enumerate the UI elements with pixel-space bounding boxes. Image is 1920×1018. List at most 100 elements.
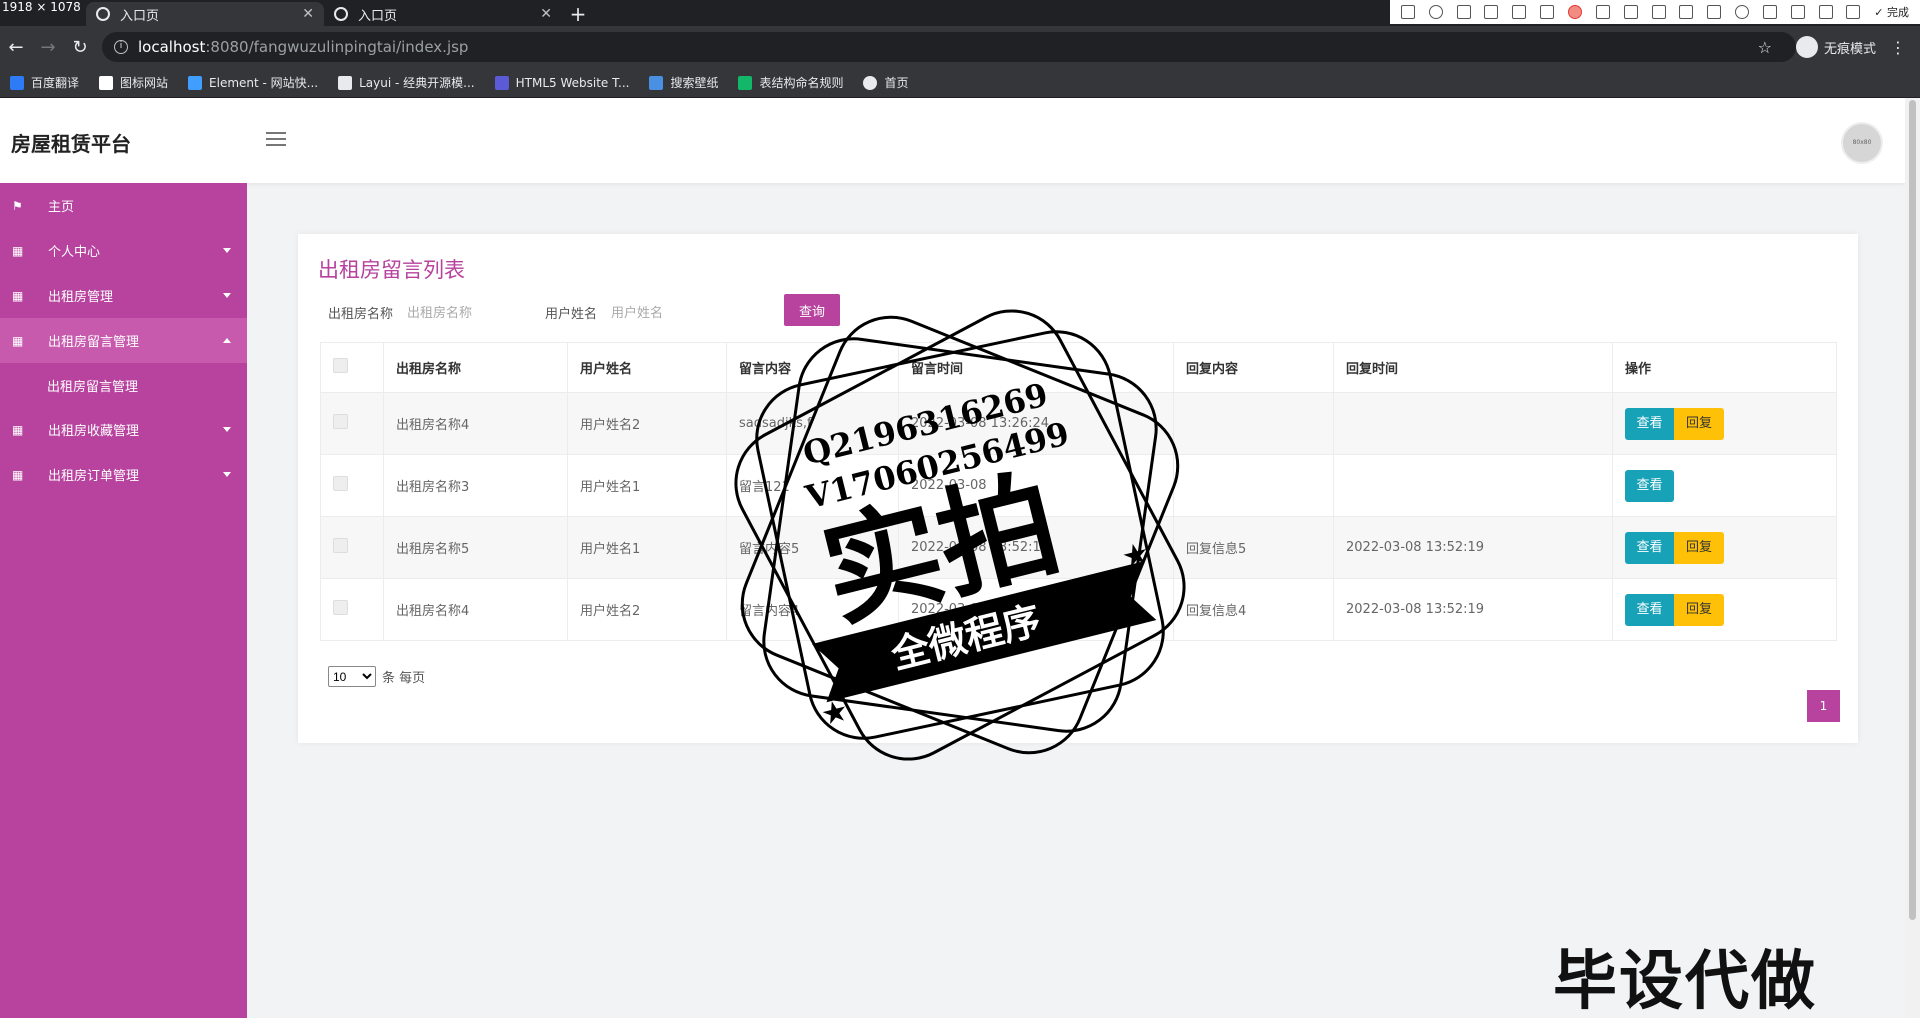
cell-house: 出租房名称4 [383, 392, 568, 455]
ellipse-tool-icon[interactable] [1428, 5, 1443, 19]
cell-actions: 查看 回复 [1612, 578, 1837, 641]
search-button[interactable]: 查询 [784, 294, 840, 326]
column-header[interactable]: 留言内容 [726, 342, 899, 393]
marker-tool-icon[interactable] [1567, 5, 1582, 19]
sidebar-item-messages[interactable]: ▦ 出租房留言管理 [0, 318, 247, 363]
cell-user: 用户姓名2 [567, 578, 727, 641]
caret-down-icon [223, 248, 231, 253]
mosaic-tool-icon[interactable] [1512, 5, 1527, 19]
bookmark-favicon-icon [738, 75, 753, 90]
bookmark-label: 表结构命名规则 [759, 76, 844, 90]
view-button[interactable]: 查看 [1625, 407, 1674, 440]
browser-menu-icon[interactable]: ⋮ [1890, 38, 1906, 57]
text-tool-icon[interactable] [1540, 5, 1555, 19]
done-button[interactable]: ✓ 完成 [1874, 4, 1909, 20]
bookmark-item[interactable]: 图标网站 [99, 74, 168, 91]
column-header[interactable]: 回复时间 [1333, 342, 1613, 393]
reply-button[interactable]: 回复 [1674, 531, 1724, 564]
star-icon[interactable]: ☆ [1758, 38, 1772, 57]
bookmark-item[interactable]: 表结构命名规则 [738, 74, 843, 91]
column-header[interactable]: 出租房名称 [383, 342, 568, 393]
row-select-cell [320, 516, 384, 579]
bookmark-label: 搜索壁纸 [670, 76, 719, 90]
avatar[interactable]: 80x80 [1841, 122, 1883, 164]
reply-button[interactable]: 回复 [1674, 593, 1724, 626]
url-path: :8080/fangwuzulinpingtai/index.jsp [205, 38, 469, 56]
page-scrollbar[interactable] [1905, 98, 1920, 1018]
grid-icon: ▦ [12, 467, 24, 482]
globe-icon [334, 7, 348, 21]
close-tab-icon[interactable]: ✕ [540, 6, 552, 22]
view-button[interactable]: 查看 [1625, 469, 1674, 502]
cell-message: sadsadjks,f [726, 392, 899, 455]
pin-icon[interactable] [1623, 5, 1638, 19]
row-checkbox[interactable] [333, 538, 348, 553]
translate-icon[interactable] [1679, 5, 1694, 19]
back-button[interactable]: ← [0, 37, 32, 58]
bookmark-item[interactable]: 搜索壁纸 [649, 74, 718, 91]
view-button[interactable]: 查看 [1625, 531, 1674, 564]
menu-toggle-icon[interactable] [266, 132, 286, 150]
page-size-suffix: 条 每页 [382, 671, 426, 686]
incognito-icon [1795, 36, 1818, 58]
bookmark-item[interactable]: 首页 [863, 74, 909, 91]
user-name-label: 用户姓名 [545, 306, 598, 322]
ocr-icon[interactable] [1651, 5, 1666, 19]
record-icon[interactable] [1735, 5, 1750, 19]
house-name-input[interactable] [407, 298, 518, 326]
bookmark-label: 首页 [884, 76, 909, 90]
reply-button[interactable]: 回复 [1674, 407, 1724, 440]
arrow-tool-icon[interactable] [1456, 5, 1471, 19]
info-icon[interactable]: i [114, 40, 128, 54]
incognito-indicator[interactable]: 无痕模式 [1795, 36, 1876, 58]
row-checkbox[interactable] [333, 414, 348, 429]
column-header[interactable]: 回复内容 [1173, 342, 1334, 393]
pen-tool-icon[interactable] [1484, 5, 1499, 19]
scrollbar-thumb[interactable] [1909, 100, 1916, 920]
page-size-select[interactable]: 10 [328, 666, 376, 687]
long-shot-icon[interactable] [1707, 5, 1722, 19]
row-checkbox[interactable] [333, 476, 348, 491]
url-field[interactable]: i localhost:8080/fangwuzulinpingtai/inde… [102, 32, 1796, 62]
sidebar-item-label: 出租房收藏管理 [48, 424, 140, 439]
pagination-page-button[interactable]: 1 [1807, 690, 1840, 722]
bookmark-item[interactable]: HTML5 Website T... [494, 75, 630, 90]
column-header: 操作 [1612, 342, 1837, 393]
rectangle-tool-icon[interactable] [1400, 5, 1415, 19]
reload-button[interactable]: ↻ [64, 37, 96, 58]
resolution-badge: 1918 × 1078 [2, 0, 81, 14]
bookmark-item[interactable]: Layui - 经典开源模... [338, 74, 475, 91]
user-name-input[interactable] [611, 298, 722, 326]
close-tab-icon[interactable]: ✕ [302, 6, 314, 22]
url-host: localhost [138, 38, 206, 56]
sidebar-item-home[interactable]: ⚑ 主页 [0, 183, 247, 228]
cell-house: 出租房名称3 [383, 454, 568, 517]
cell-house: 出租房名称5 [383, 516, 568, 579]
sidebar-item-favorites[interactable]: ▦ 出租房收藏管理 [0, 407, 247, 452]
sidebar-item-profile[interactable]: ▦ 个人中心 [0, 228, 247, 273]
bookmark-item[interactable]: Element - 网站快... [188, 74, 318, 91]
browser-tab[interactable]: 入口页 ✕ [324, 2, 562, 26]
close-icon[interactable] [1846, 5, 1861, 19]
sidebar-item-houses[interactable]: ▦ 出租房管理 [0, 273, 247, 318]
corner-watermark-text: 毕设代做 [1553, 945, 1817, 1018]
row-checkbox[interactable] [333, 600, 348, 615]
app-page: 房屋租赁平台 80x80 ⚑ 主页 ▦ 个人中心 ▦ 出租房管理 ▦ 出租房留言… [0, 98, 1905, 1018]
forward-button[interactable]: → [32, 37, 64, 58]
bookmark-label: HTML5 Website T... [515, 75, 630, 90]
view-button[interactable]: 查看 [1625, 593, 1674, 626]
download-icon[interactable] [1762, 5, 1777, 19]
column-header[interactable]: 用户姓名 [567, 342, 727, 393]
tab-title: 入口页 [358, 8, 398, 24]
sidebar-item-orders[interactable]: ▦ 出租房订单管理 [0, 452, 247, 497]
browser-tab[interactable]: 入口页 ✕ [86, 2, 324, 26]
bookmark-item[interactable]: 百度翻译 [10, 74, 79, 91]
sidebar-subitem-messages[interactable]: 出租房留言管理 [0, 363, 247, 407]
phone-icon[interactable] [1790, 5, 1805, 19]
new-tab-button[interactable]: + [562, 2, 594, 26]
cell-reply: 回复信息4 [1173, 578, 1334, 641]
undo-icon[interactable] [1595, 5, 1610, 19]
bookmark-icon[interactable] [1818, 5, 1833, 19]
column-header[interactable]: 留言时间 [898, 342, 1174, 393]
select-all-checkbox[interactable] [333, 358, 348, 373]
